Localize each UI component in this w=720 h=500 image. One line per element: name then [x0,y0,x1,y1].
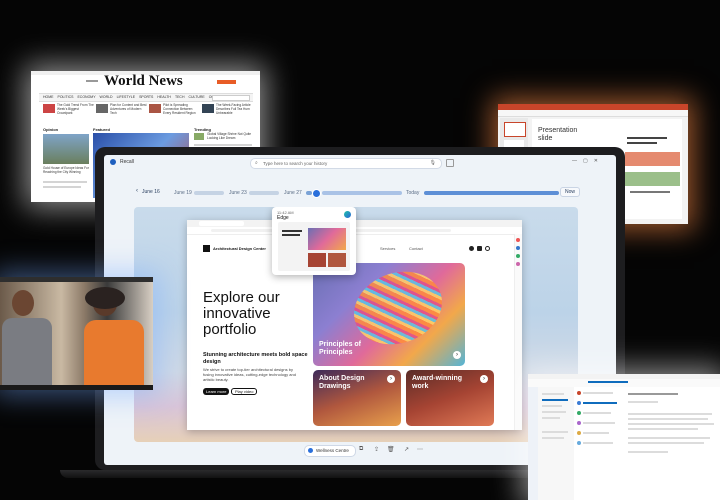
card-award-winning-title: Award-winning work [412,375,463,390]
news-search-input[interactable] [212,95,250,101]
card-design-drawings[interactable]: About Design Drawings › [313,370,401,426]
trending-thumb[interactable] [194,133,204,140]
ppt-ribbon [498,110,688,117]
edge-sidebar[interactable] [514,234,522,430]
headline-thumb[interactable] [96,104,108,113]
ppt-shape-orange [625,152,680,166]
social-icon-1[interactable] [469,246,474,251]
hero-subheading: Stunning architecture meets bold space d… [203,352,308,365]
chevron-right-icon[interactable]: › [387,375,395,383]
hover-card-thumbnail [278,222,350,271]
timeline-back-icon[interactable]: ‹ [136,188,138,194]
screenshot-icon[interactable] [446,159,454,167]
copy-icon[interactable]: ⧉ [359,446,363,453]
card-principles-title: Principles of Principles [319,341,362,356]
news-nav-item[interactable]: WORLD [100,95,113,99]
outlook-message-list[interactable] [574,387,623,500]
more-icon[interactable]: ⋯ [417,446,423,453]
outlook-folder-pane[interactable] [538,387,575,500]
window-controls[interactable]: —▢✕ [572,158,604,164]
timeline-now-button[interactable]: Now [560,187,581,197]
timeline-scrubber[interactable] [312,189,321,198]
participant-1-head [12,290,34,316]
hover-card-app: Edge [277,215,289,221]
search-placeholder: Type here to search your history [263,161,328,166]
outlook-window[interactable] [528,374,720,500]
news-nav-item[interactable]: HOME [43,95,54,99]
hero-heading: Explore our innovative portfolio [203,289,280,338]
outlook-app-rail[interactable] [528,387,538,500]
outlook-reading-pane[interactable] [622,387,720,500]
dock-app-icon [308,448,313,453]
card-principles[interactable]: Principles of Principles › [313,263,465,366]
participant-2-hair [85,287,125,309]
headline-link[interactable]: The Gold Trend From The Week's Biggest C… [57,103,95,115]
video-feed [0,282,153,385]
site-nav-services[interactable]: Services [380,246,395,251]
chevron-right-icon[interactable]: › [453,351,461,359]
timeline-start-label: June 16 [142,189,160,195]
edge-icon [344,211,351,218]
learn-more-button[interactable]: Learn more [203,388,230,395]
news-nav-item[interactable]: SPORTS [139,95,153,99]
news-nav-item[interactable]: LIFESTYLE [117,95,135,99]
news-nav-item[interactable]: TECH [175,95,185,99]
news-nav-item[interactable]: POLITICS [58,95,74,99]
video-call-window[interactable] [0,277,153,390]
delete-icon[interactable]: 🗑 [387,446,395,453]
headline-link[interactable]: Pilot is Spreading Connection Between Ev… [163,103,201,115]
card-design-drawings-title: About Design Drawings [319,375,365,390]
open-icon[interactable]: ↗ [404,446,409,453]
opinion-image[interactable] [43,134,89,164]
ppt-slide-title: Presentation slide [538,127,578,142]
headline-thumb[interactable] [43,104,55,113]
headline-link[interactable]: The Week-Facing Article Describes Full T… [216,103,254,115]
headline-link[interactable]: Plan for Content and Best Adventures of … [110,103,148,115]
video-controls-bar[interactable] [0,385,153,390]
section-featured[interactable]: Featured [93,127,110,132]
opinion-story[interactable]: Gold House of Europe Ideas For Reaching … [43,166,89,174]
recall-app-name: Recall [120,159,134,165]
headline-thumb[interactable] [202,104,214,113]
timeline-label-1: June 19 [174,190,192,196]
news-nav-item[interactable]: HEALTH [157,95,171,99]
news-site-title: World News [104,73,183,89]
news-nav-item[interactable]: ECONOMY [77,95,95,99]
social-icon-3[interactable] [485,246,490,251]
section-opinion[interactable]: Opinion [43,127,58,132]
play-video-button[interactable]: Play video [231,388,258,395]
browser-tab[interactable] [199,221,244,226]
subscribe-button[interactable] [217,80,236,84]
site-brand[interactable]: Architectural Design Center [213,246,266,251]
snapshot-preview[interactable]: Architectural Design Center Projects Ser… [134,207,578,442]
timeline-label-2: June 23 [229,190,247,196]
participant-1-body [2,318,52,385]
hero-body: We strive to create top-tier architectur… [203,367,296,382]
timeline-label-today: Today [406,190,420,196]
card-award-winning[interactable]: Award-winning work › [406,370,494,426]
news-date [86,80,98,82]
timeline-label-3: June 27 [284,190,302,196]
dock-app-pill[interactable]: Wellness Centre [304,445,356,457]
trending-story[interactable]: Global Village Shrine Not Quite Looking … [207,132,255,140]
share-icon[interactable]: ⇪ [374,446,379,453]
social-icon-2[interactable] [477,246,482,251]
dock-app-label: Wellness Centre [316,448,349,453]
chevron-right-icon[interactable]: › [480,375,488,383]
site-logo-icon[interactable] [203,245,210,252]
microphone-icon[interactable]: 🎙 [430,160,436,166]
ppt-shape-green [625,172,680,186]
participant-2-body [84,320,144,385]
timeline-hover-card[interactable]: 11:42 AM Edge [272,207,356,275]
recall-search-input[interactable]: ⌕ Type here to search your history 🎙 [250,158,442,169]
search-icon: ⌕ [255,160,258,166]
headline-thumb[interactable] [149,104,161,113]
news-nav-item[interactable]: CULTURE [188,95,204,99]
news-nav-bar: HOME POLITICS ECONOMY WORLD LIFESTYLE SPORTS H… [39,93,253,102]
recall-app-icon [110,159,116,165]
site-nav-contact[interactable]: Contact [409,246,423,251]
